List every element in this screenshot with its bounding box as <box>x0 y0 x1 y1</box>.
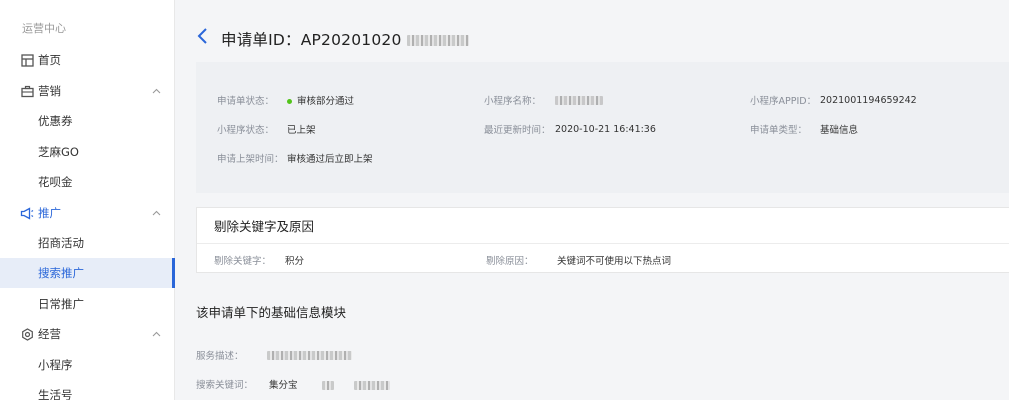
redacted-text <box>321 381 334 390</box>
sidebar-item-home[interactable]: 首页 <box>0 45 175 75</box>
search-keyword-row: 搜索关键词： 集分宝 <box>196 377 390 391</box>
sidebar-item-marketing[interactable]: 营销 <box>0 76 175 106</box>
appid-label: 小程序APPID： <box>750 96 817 107</box>
application-id: 申请单ID：AP20201020 <box>221 31 402 49</box>
redacted-text <box>267 350 352 360</box>
sidebar-item-label: 经营 <box>38 327 61 341</box>
divider <box>197 243 1009 244</box>
sidebar-item-coupon[interactable]: 优惠券 <box>0 106 175 136</box>
type-value: 基础信息 <box>820 125 859 136</box>
sidebar-item-huabei-gold[interactable]: 花呗金 <box>0 167 175 197</box>
name-label: 小程序名称： <box>484 96 542 107</box>
chevron-up-icon[interactable] <box>152 86 161 97</box>
sidebar-item-promotion[interactable]: 推广 <box>0 198 175 228</box>
sidebar-item-label: 花呗金 <box>38 175 73 189</box>
removed-keyword-label: 剔除关键字： <box>214 256 272 267</box>
mini-program-name-row: 小程序名称： <box>484 93 603 107</box>
search-keyword-values: 集分宝 <box>269 377 390 391</box>
redacted-text <box>353 381 390 390</box>
removal-reason-value: 关键词不可使用以下热点词 <box>557 256 672 267</box>
sidebar-section-label: 运营中心 <box>22 22 66 35</box>
updated-row: 最近更新时间： 2020-10-21 16:41:36 <box>484 122 656 137</box>
chevron-left-icon <box>197 28 207 44</box>
sidebar-item-label: 首页 <box>38 53 61 67</box>
mp-status-row: 小程序状态： 已上架 <box>217 122 316 136</box>
briefcase-icon <box>20 84 34 98</box>
removal-reason-label: 剔除原因： <box>486 256 534 267</box>
chevron-up-icon[interactable] <box>152 329 161 340</box>
removed-keyword-value: 积分 <box>285 256 305 267</box>
redacted-text <box>555 95 603 105</box>
sidebar-item-label: 搜索推广 <box>38 266 84 280</box>
appid-row: 小程序APPID： 2021001194659242 <box>750 93 917 108</box>
removed-keywords-card: 剔除关键字及原因 剔除关键字： 积分 剔除原因： 关键词不可使用以下热点词 <box>196 207 1009 273</box>
service-desc-label: 服务描述： <box>196 351 244 362</box>
sidebar-item-zhima-go[interactable]: 芝麻GO <box>0 137 175 167</box>
status-label: 申请单状态： <box>217 96 275 107</box>
sidebar-item-label: 日常推广 <box>38 297 84 311</box>
sidebar-item-daily-promotion[interactable]: 日常推广 <box>0 289 175 319</box>
back-button[interactable] <box>196 27 214 49</box>
sidebar-item-label: 芝麻GO <box>38 145 79 159</box>
updated-label: 最近更新时间： <box>484 125 551 136</box>
mp-status-value: 已上架 <box>287 125 316 136</box>
sidebar-item-merchant-activity[interactable]: 招商活动 <box>0 228 175 258</box>
sidebar-item-operation[interactable]: 经营 <box>0 319 175 349</box>
sidebar-item-label: 生活号 <box>38 388 73 400</box>
card-title: 剔除关键字及原因 <box>214 219 315 234</box>
sidebar-item-label: 营销 <box>38 84 61 98</box>
redacted-text <box>406 35 469 46</box>
search-keyword-label: 搜索关键词： <box>196 380 254 391</box>
sidebar-item-search-promotion[interactable]: 搜索推广 <box>0 258 175 288</box>
sidebar-item-mini-program[interactable]: 小程序 <box>0 350 175 380</box>
name-value <box>555 95 603 106</box>
megaphone-icon <box>20 206 34 220</box>
sidebar-item-label: 优惠券 <box>38 114 73 128</box>
removal-reason-row: 剔除原因： 关键词不可使用以下热点词 <box>486 253 671 267</box>
service-desc-row: 服务描述： <box>196 348 352 362</box>
application-info-panel: 申请单状态： 审核部分通过 小程序名称： 小程序APPID： 202100119… <box>196 62 1009 193</box>
module-section-title: 该申请单下的基础信息模块 <box>196 305 347 320</box>
mp-status-label: 小程序状态： <box>217 125 275 136</box>
shelf-time-row: 申请上架时间： 审核通过后立即上架 <box>217 151 373 165</box>
service-desc-value <box>267 350 352 361</box>
shelf-label: 申请上架时间： <box>217 154 284 165</box>
page-title: 申请单ID：AP20201020 <box>221 28 469 50</box>
sidebar-item-label: 推广 <box>38 206 61 220</box>
status-value: 审核部分通过 <box>287 93 354 107</box>
sidebar-item-life-account[interactable]: 生活号 <box>0 380 175 400</box>
appid-value: 2021001194659242 <box>820 94 917 106</box>
removed-keyword-row: 剔除关键字： 积分 <box>214 253 304 267</box>
sidebar-item-label: 招商活动 <box>38 236 84 250</box>
updated-value: 2020-10-21 16:41:36 <box>555 123 656 135</box>
shelf-value: 审核通过后立即上架 <box>287 154 373 165</box>
store-icon <box>20 53 34 67</box>
sidebar: 运营中心 首页 营销 优惠券 芝麻GO 花呗金 推广 招商活动 搜索推广 日常推… <box>0 0 175 400</box>
type-label: 申请单类型： <box>750 125 808 136</box>
sidebar-item-label: 小程序 <box>38 358 73 372</box>
chevron-up-icon[interactable] <box>152 208 161 219</box>
status-row: 申请单状态： 审核部分通过 <box>217 93 354 107</box>
type-row: 申请单类型： 基础信息 <box>750 122 858 136</box>
status-dot-icon <box>287 99 292 104</box>
settings-icon <box>20 327 34 341</box>
